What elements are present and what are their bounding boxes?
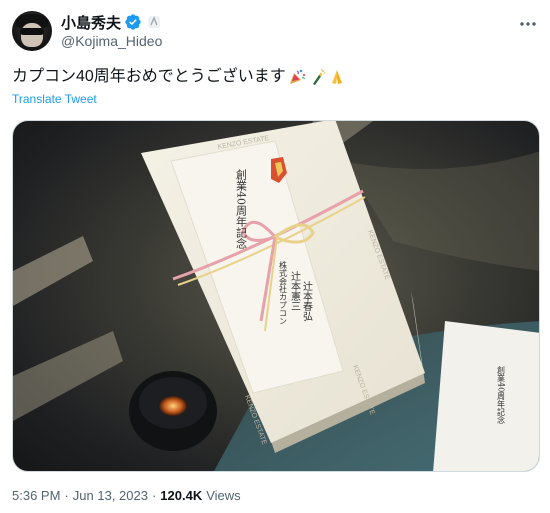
tweet-body: カプコン40周年おめでとうございます [12,68,286,85]
tweet-photo[interactable]: KENZO ESTATE KENZO ESTATE KENZO ESTATE K… [12,120,540,472]
tweet-meta: 5:36 PM · Jun 13, 2023 · 120.4K Views [12,488,241,503]
noshi-label-name-1: 辻本憲三 [289,270,301,311]
tweet-text: カプコン40周年おめでとうございます [12,66,346,88]
verified-badge-icon[interactable] [124,13,142,31]
party-popper-icon [288,68,306,86]
avatar-glasses [20,28,44,35]
champagne-icon [308,68,326,86]
noshi-label-left: 創業40周年記念 [235,168,248,249]
noshi-label-company: 株式会社カプコン [279,260,288,325]
message-card: 創業40周年記念 [433,321,539,471]
tweet-time[interactable]: 5:36 PM [12,488,60,503]
folded-hands-icon [328,68,346,86]
views-count[interactable]: 120.4K [160,488,202,503]
candle [129,371,217,451]
meta-separator-2: · [151,488,157,503]
affiliation-badge-icon[interactable] [147,15,161,29]
more-options-icon[interactable] [518,14,538,34]
noshi-label-name-2: 辻本春弘 [301,280,313,322]
translate-tweet-link[interactable]: Translate Tweet [12,92,97,106]
author-handle[interactable]: @Kojima_Hideo [61,33,162,49]
tweet-date[interactable]: Jun 13, 2023 [73,488,148,503]
views-label: Views [206,488,241,503]
author-display-name[interactable]: 小島秀夫 [61,12,121,33]
avatar[interactable] [12,11,52,51]
card-label: 創業40周年記念 [497,365,506,424]
author-name-row: 小島秀夫 [61,12,161,32]
meta-separator-1: · [64,488,69,503]
tweet-card: 小島秀夫 @Kojima_Hideo カプコン40周年おめでとうございます Tr… [0,0,550,513]
avatar-face [21,23,43,47]
